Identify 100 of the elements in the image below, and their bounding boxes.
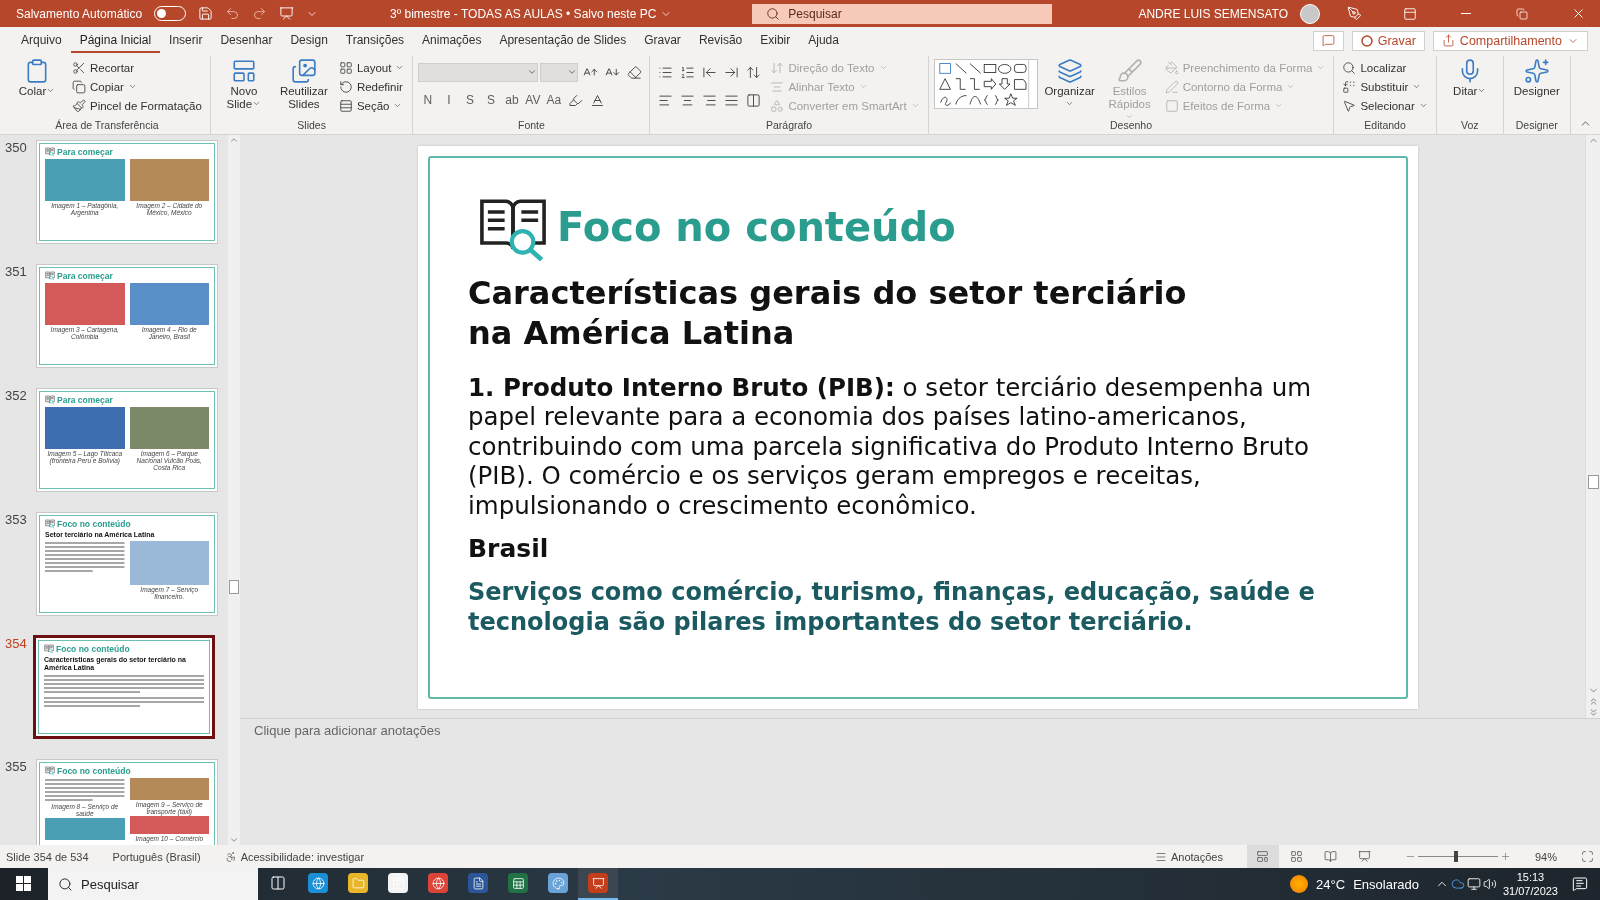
format-button[interactable]: ab xyxy=(502,90,522,110)
ribbon-button[interactable]: Novo Slide xyxy=(215,56,272,113)
share-icon xyxy=(1441,34,1455,47)
font-size-field[interactable] xyxy=(540,62,579,82)
temperature[interactable]: 24°C xyxy=(1316,876,1346,892)
ribbon-button[interactable]: Pincel de Formatação xyxy=(69,96,205,115)
ribbon-tab[interactable]: Desenhar xyxy=(211,28,282,53)
record-button[interactable]: Gravar xyxy=(1351,30,1425,51)
view-button[interactable] xyxy=(1246,845,1279,868)
taskbar-search-field[interactable]: Pesquisar xyxy=(48,868,258,900)
ribbon-button[interactable]: Selecionar xyxy=(1339,96,1431,115)
subheading: Brasil xyxy=(468,534,550,564)
bullets-icon xyxy=(657,64,673,80)
line-spacing-icon xyxy=(745,64,761,80)
pen-line-icon xyxy=(1164,79,1179,94)
ribbon-button[interactable]: Seção xyxy=(335,96,408,115)
font-name-field[interactable] xyxy=(418,62,539,82)
ribbon-button[interactable]: Recortar xyxy=(69,58,205,77)
ribbon-button[interactable]: Colar xyxy=(9,56,65,100)
ribbon-tab[interactable]: Gravar xyxy=(635,28,690,53)
format-button[interactable]: N xyxy=(418,90,438,110)
ribbon-button[interactable]: Ditar xyxy=(1441,56,1498,100)
language-status[interactable]: Português (Brasil) xyxy=(112,850,201,863)
ribbon-tab[interactable]: Animações xyxy=(413,28,491,53)
pen-icon xyxy=(1346,6,1362,21)
format-button[interactable]: S xyxy=(460,90,480,110)
ribbon-button[interactable]: Organizar xyxy=(1041,56,1098,113)
undo-icon[interactable] xyxy=(225,6,241,21)
ribbon-button[interactable]: Copiar xyxy=(69,77,205,96)
slide-number: 350 xyxy=(5,140,28,157)
ribbon-button[interactable]: Reutilizar Slides xyxy=(275,56,332,113)
cloud-icon[interactable] xyxy=(1450,877,1465,891)
scrollbar[interactable] xyxy=(1585,135,1600,718)
clock[interactable]: 15:13 31/07/2023 xyxy=(1502,870,1558,898)
group-label: Fonte xyxy=(516,119,546,133)
ribbon-tab[interactable]: Revisão xyxy=(689,28,752,53)
notifications-icon[interactable] xyxy=(1572,876,1588,892)
format-button[interactable]: Aa xyxy=(544,90,564,110)
zoom-slider-thumb[interactable] xyxy=(1453,851,1458,862)
search-field[interactable]: Pesquisar xyxy=(752,3,1053,24)
ribbon-tab[interactable]: Arquivo xyxy=(12,28,71,53)
align-center-icon xyxy=(679,92,695,108)
ribbon-button[interactable]: Redefinir xyxy=(335,77,408,96)
caret-icon xyxy=(567,67,578,77)
normal-view-icon xyxy=(1256,850,1270,863)
avatar[interactable] xyxy=(1300,3,1320,24)
caret-icon xyxy=(395,63,405,72)
scrollbar-thumb[interactable] xyxy=(1588,475,1599,489)
scrollbar[interactable] xyxy=(228,135,240,845)
zoom-in-icon[interactable] xyxy=(1499,851,1511,862)
group-label: Área de Transferência xyxy=(54,119,160,133)
scroll-down-icon[interactable] xyxy=(229,835,239,845)
volume-icon[interactable] xyxy=(1482,877,1497,891)
weather-status[interactable]: Ensolarado xyxy=(1353,876,1419,892)
accessibility-status[interactable]: Acessibilidade: investigar xyxy=(224,850,365,863)
slide-sorter-icon xyxy=(1290,850,1304,863)
caret-icon xyxy=(1125,112,1135,121)
highlighter-icon xyxy=(567,92,583,108)
share-button[interactable]: Compartilhamento xyxy=(1432,30,1588,51)
caret-icon xyxy=(393,101,403,110)
format-button[interactable]: AV xyxy=(523,90,543,110)
network-icon[interactable] xyxy=(1466,877,1481,891)
presentation-icon[interactable] xyxy=(279,6,295,21)
ribbon-button[interactable]: Substituir xyxy=(1339,77,1431,96)
ribbon-tab[interactable]: Inserir xyxy=(160,28,212,53)
ribbon-tab[interactable]: Exibir xyxy=(751,28,800,53)
taskbar-app-button[interactable] xyxy=(578,868,618,900)
scroll-up-icon[interactable] xyxy=(229,135,239,145)
ribbon-tab[interactable]: Apresentação de Slides xyxy=(490,28,636,53)
format-button[interactable]: S xyxy=(481,90,501,110)
document-app-icon xyxy=(471,876,485,890)
notes-toggle[interactable]: Anotações xyxy=(1155,850,1223,863)
ribbon-tab[interactable]: Ajuda xyxy=(799,28,848,53)
fit-to-window-icon[interactable] xyxy=(1581,850,1594,863)
user-name[interactable]: ANDRE LUIS SEMENSATO xyxy=(1138,6,1288,21)
zoom-level[interactable]: 94% xyxy=(1534,850,1557,863)
shapes-gallery-drawing[interactable] xyxy=(933,59,1038,109)
copy-icon xyxy=(72,79,86,94)
autosave-label: Salvamento Automático xyxy=(16,6,143,21)
ribbon-tab[interactable]: Transições xyxy=(336,28,414,53)
clear-format-icon xyxy=(626,64,642,80)
format-button[interactable]: I xyxy=(439,90,459,110)
comments-button[interactable] xyxy=(1312,30,1344,51)
reset-icon xyxy=(338,79,353,94)
slide-number: 355 xyxy=(5,759,28,776)
ribbon-button[interactable]: Designer xyxy=(1508,56,1565,100)
ribbon-tab[interactable]: Design xyxy=(281,28,337,53)
ribbon-button[interactable]: Localizar xyxy=(1339,58,1431,77)
redo-icon[interactable] xyxy=(252,6,268,21)
slide-title: Para começar xyxy=(57,395,113,405)
search-icon xyxy=(58,876,73,892)
task-view-icon xyxy=(270,875,286,891)
caret-icon xyxy=(1477,86,1487,95)
ribbon-button[interactable]: Layout xyxy=(335,58,408,77)
save-icon[interactable] xyxy=(198,6,214,21)
section-title: Foco no conteúdo xyxy=(557,204,956,251)
document-title[interactable]: 3º bimestre - TODAS AS AULAS • Salvo neste PC xyxy=(390,6,673,21)
scrollbar-thumb[interactable] xyxy=(229,580,239,594)
slide-position: Slide 354 de 534 xyxy=(6,850,89,863)
sun-icon[interactable] xyxy=(1290,875,1309,893)
